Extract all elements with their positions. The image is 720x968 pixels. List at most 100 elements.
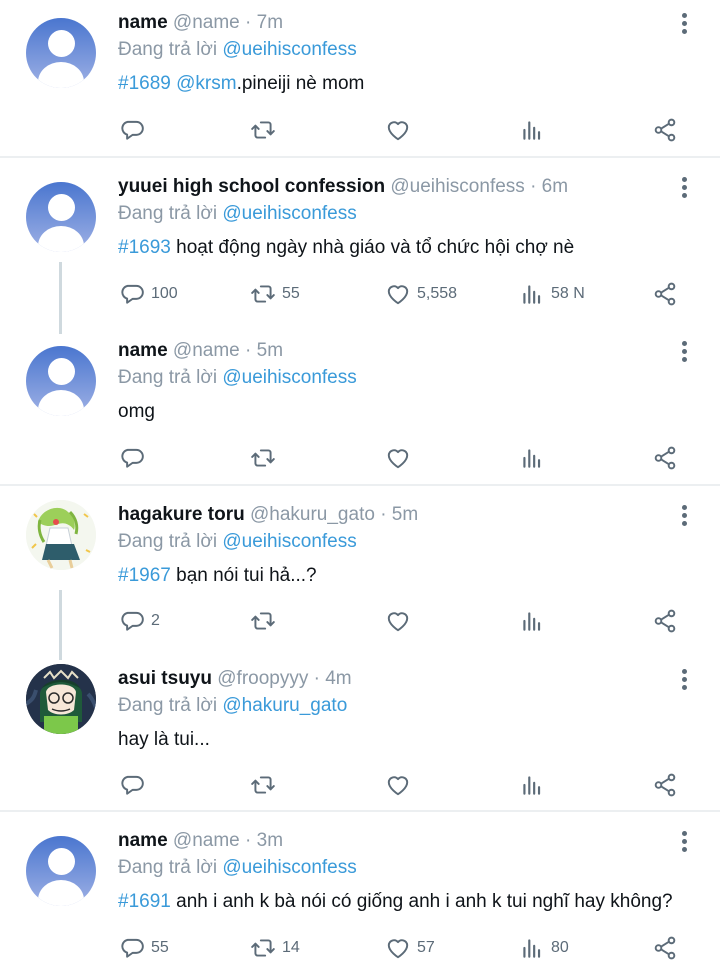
reply-button[interactable] [119,116,151,144]
tweet-body: .pineiji nè mom [236,73,365,94]
action-bar: 55 14 57 80 [0,934,720,962]
retweet-button[interactable]: 14 [250,934,300,962]
retweet-button[interactable] [250,607,282,635]
vertical-dots-icon[interactable] [676,340,692,364]
tweet-body: hoạt động ngày nhà giáo và tổ chức hội c… [170,237,575,258]
action-bar [0,771,720,799]
display-name[interactable]: name [118,12,168,33]
display-name[interactable]: asui tsuyu [118,668,212,689]
like-button[interactable] [385,771,417,799]
heart-icon [385,608,411,634]
share-button[interactable] [652,771,678,799]
bar-chart-icon [519,772,545,798]
avatar[interactable] [26,836,96,906]
heart-icon [385,281,411,307]
avatar[interactable] [26,18,96,88]
tweet-header: name @name · 3m [118,829,283,853]
tweet-body: bạn nói tui hả...? [170,565,317,586]
mention-link[interactable]: @krsm [176,73,236,94]
tweet-body: hay là tui... [118,729,210,750]
reply-button[interactable]: 55 [119,934,169,962]
hashtag-link[interactable]: #1693 [118,237,171,258]
reply-context: Đang trả lời @ueihisconfess [118,530,357,554]
tweet[interactable]: asui tsuyu @froopyyy · 4m Đang trả lời @… [0,650,720,810]
tweet[interactable]: yuuei high school confession @ueihisconf… [0,158,720,318]
share-button[interactable] [652,444,678,472]
reply-button[interactable]: 100 [119,280,178,308]
views-button[interactable] [519,116,551,144]
share-button[interactable] [652,280,678,308]
like-button[interactable] [385,116,417,144]
hashtag-link[interactable]: #1691 [118,891,171,912]
avatar[interactable] [26,500,96,570]
reply-button[interactable] [119,444,151,472]
display-name[interactable]: yuuei high school confession [118,176,385,197]
reply-prefix: Đang trả lời [118,39,218,60]
share-button[interactable] [652,934,678,962]
share-button[interactable] [652,116,678,144]
tweet[interactable]: name @name · 5m Đang trả lời @ueihisconf… [0,322,720,484]
speech-bubble-icon [119,445,145,471]
tweet[interactable]: name @name · 3m Đang trả lời @ueihisconf… [0,812,720,968]
tweet-text: #1689 @krsm.pineiji nè mom [118,72,364,96]
reply-to-link[interactable]: @ueihisconfess [222,531,356,552]
hashtag-link[interactable]: #1689 [118,73,171,94]
like-button[interactable]: 57 [385,934,435,962]
display-name[interactable]: name [118,830,168,851]
reply-count: 55 [151,939,169,956]
retweet-button[interactable] [250,771,282,799]
tweet-header: hagakure toru @hakuru_gato · 5m [118,503,418,527]
tweet-text: #1691 anh i anh k bà nói có giống anh i … [118,890,673,914]
share-button[interactable] [652,607,678,635]
tweet-text: hay là tui... [118,728,210,752]
reply-to-link[interactable]: @ueihisconfess [222,367,356,388]
reply-button[interactable] [119,771,151,799]
heart-icon [385,117,411,143]
vertical-dots-icon[interactable] [676,504,692,528]
like-button[interactable] [385,444,417,472]
views-button[interactable] [519,607,551,635]
share-nodes-icon [652,281,678,307]
retweet-arrows-icon [250,117,276,143]
avatar[interactable] [26,346,96,416]
handle-time: @hakuru_gato · 5m [249,504,419,525]
action-bar: 100 55 5,558 58 N [0,280,720,308]
views-button[interactable]: 80 [519,934,569,962]
reply-button[interactable]: 2 [119,607,160,635]
like-button[interactable] [385,607,417,635]
reply-to-link[interactable]: @ueihisconfess [222,203,356,224]
retweet-button[interactable]: 55 [250,280,300,308]
avatar[interactable] [26,664,96,734]
vertical-dots-icon[interactable] [676,12,692,36]
reply-prefix: Đang trả lời [118,695,218,716]
heart-icon [385,935,411,961]
heart-icon [385,445,411,471]
reply-to-link[interactable]: @hakuru_gato [222,695,347,716]
reply-prefix: Đang trả lời [118,367,218,388]
views-button[interactable] [519,444,551,472]
tweet[interactable]: hagakure toru @hakuru_gato · 5m Đang trả… [0,486,720,646]
vertical-dots-icon[interactable] [676,830,692,854]
display-name[interactable]: name [118,340,168,361]
vertical-dots-icon[interactable] [676,176,692,200]
reply-to-link[interactable]: @ueihisconfess [222,39,356,60]
bar-chart-icon [519,935,545,961]
like-button[interactable]: 5,558 [385,280,457,308]
tweet[interactable]: name @name · 7m Đang trả lời @ueihisconf… [0,0,720,156]
retweet-button[interactable] [250,444,282,472]
display-name[interactable]: hagakure toru [118,504,245,525]
retweet-arrows-icon [250,281,276,307]
views-button[interactable]: 58 N [519,280,585,308]
reply-to-link[interactable]: @ueihisconfess [222,857,356,878]
retweet-button[interactable] [250,116,282,144]
hashtag-link[interactable]: #1967 [118,565,171,586]
like-count: 5,558 [417,285,458,302]
speech-bubble-icon [119,772,145,798]
heart-icon [385,772,411,798]
speech-bubble-icon [119,608,145,634]
avatar[interactable] [26,182,96,252]
views-button[interactable] [519,771,551,799]
retweet-arrows-icon [250,772,276,798]
vertical-dots-icon[interactable] [676,668,692,692]
share-nodes-icon [652,608,678,634]
